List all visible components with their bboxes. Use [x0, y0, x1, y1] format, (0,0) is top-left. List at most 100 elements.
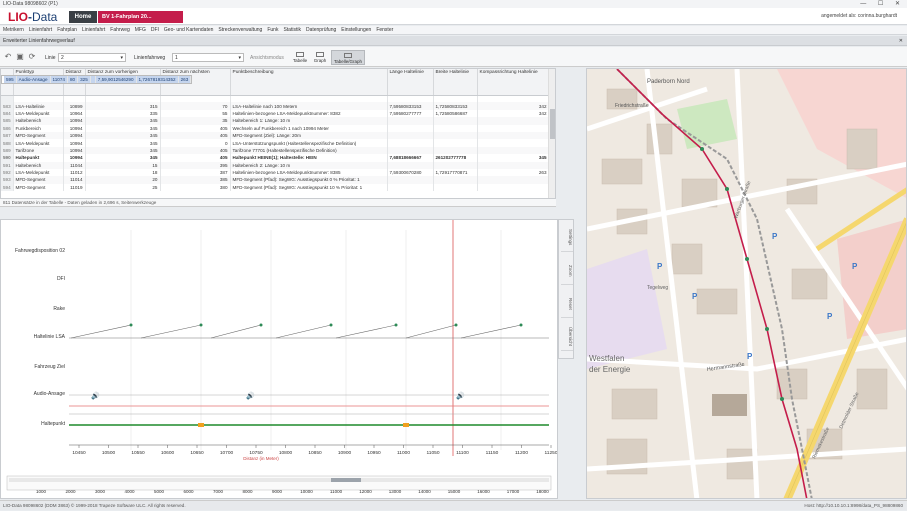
speaker-icon: 🔊: [246, 391, 255, 400]
side-tool-reset[interactable]: Reset: [561, 290, 573, 318]
menu-item[interactable]: Streckenverwaltung: [218, 26, 262, 34]
menu-item[interactable]: Funk: [267, 26, 278, 34]
table-row[interactable]: 585 Haltebereich 10994 345 35 Haltebereich 1:…: [1, 117, 550, 125]
table-cell: [433, 161, 478, 169]
view-table-button[interactable]: Tabelle: [291, 50, 309, 65]
menu-item[interactable]: Linienfahrt: [29, 26, 52, 34]
table-cell: 70: [160, 102, 231, 110]
column-header[interactable]: Punktbeschreibung: [230, 69, 388, 96]
stop-marker: [198, 423, 204, 427]
table-row[interactable]: 584 LSA-Meldepunkt 10964 335 55 Haltelinien-b…: [1, 109, 550, 118]
table-row[interactable]: 592 LSA-Meldepunkt 11012 18 387 Haltelinien-b…: [1, 168, 550, 177]
user-info: angemeldet als: corinna.burghardt: [821, 13, 897, 19]
column-header[interactable]: Kompassrichtung Haltelinie: [477, 69, 550, 96]
table-cell: MFD-Segment: [13, 176, 64, 184]
tab-home[interactable]: Home: [69, 11, 97, 23]
table-row[interactable]: 595 Audio-Ansage 11074 80 325 7,59,9012546290…: [1, 75, 193, 84]
x-tick-label: 10550: [131, 450, 145, 456]
table-cell: 55: [160, 109, 231, 118]
menu-item[interactable]: Datenprüfung: [306, 26, 336, 34]
table-cell: 11044: [63, 161, 86, 169]
graph-side-tools: Settings Zoom Reset Übersicht: [558, 219, 574, 359]
menu-item[interactable]: Fahrweg: [110, 26, 129, 34]
table-cell: [477, 124, 550, 132]
table-cell: [433, 124, 478, 132]
table-row[interactable]: 590 Haltepunkt 10994 345 405 Haltepunkt HEINE…: [1, 154, 550, 162]
overview-tick-label: 5000: [154, 489, 165, 494]
table-cell: [387, 131, 434, 140]
side-tool-settings[interactable]: Settings: [561, 224, 573, 252]
view-table-graph-button[interactable]: Tabelle/Graph: [331, 50, 365, 65]
table-cell: LSA-Meldepunkt: [13, 109, 64, 118]
refresh-icon[interactable]: ⟳: [28, 53, 36, 61]
church-building: [712, 394, 747, 416]
table-status: 811 Datensätze in der Tabelle - Daten ge…: [0, 199, 556, 207]
table-cell: 335: [85, 109, 161, 118]
menu-item[interactable]: DFI: [151, 26, 159, 34]
menu-item[interactable]: Metrikern: [3, 26, 24, 34]
overview-thumb: [331, 478, 361, 482]
view-graph-button[interactable]: Graph: [311, 50, 329, 65]
window-controls[interactable]: — ☐ ✕: [860, 0, 905, 8]
table-cell: [433, 131, 478, 140]
table-cell: 345: [85, 124, 161, 132]
table-cell: 592: [1, 168, 14, 177]
undo-icon[interactable]: ↶: [4, 53, 12, 61]
table-cell: 11014: [63, 176, 86, 184]
x-tick-label: 11200: [515, 450, 528, 456]
table-row[interactable]: 591 Haltebereich 11044 15 395 Haltebereich 2:…: [1, 161, 550, 169]
column-header[interactable]: Länge Haltelinie: [387, 69, 434, 96]
menu-item[interactable]: Geo- und Kartendaten: [164, 26, 213, 34]
app-logo: LIO-Data: [8, 10, 58, 24]
x-tick-label: 11050: [427, 450, 440, 456]
x-tick-label: 10500: [102, 450, 116, 456]
lane-label: Fahrzeug Ziel: [34, 364, 65, 370]
table-cell: Funkbereich: [13, 124, 64, 132]
table-row[interactable]: 589 Tarifzone 10994 345 405 Tarifzone 77701 (…: [1, 146, 550, 155]
menu-item[interactable]: Fenster: [376, 26, 393, 34]
table-scrollbar[interactable]: [548, 69, 555, 198]
tab-document[interactable]: BV 1-Fahrplan 20...: [98, 11, 183, 23]
table-cell: 595: [4, 76, 17, 84]
menu-item[interactable]: Fahrplan: [57, 26, 77, 34]
table-cell: 10899: [63, 102, 86, 110]
table-cell: 263: [477, 168, 550, 177]
stop-marker: [403, 423, 409, 427]
side-tool-zoom[interactable]: Zoom: [561, 257, 573, 285]
table-row[interactable]: 593 MFD-Segment 11014 20 385 MFD-Segment (Pfa…: [1, 176, 550, 184]
table-cell: Tarifzone: [13, 146, 64, 155]
menu-bar: Metrikern Linienfahrt Fahrplan Linienfahrt F…: [0, 26, 907, 35]
map-label: Westfalen: [589, 354, 624, 363]
table-cell: [477, 183, 550, 192]
table-cell: 10994: [63, 154, 86, 162]
lsa-mark: [70, 324, 132, 339]
overview-tick-label: 4000: [124, 489, 135, 494]
table-row[interactable]: 594 MFD-Segment 11019 25 380 MFD-Segment (Pfa…: [1, 183, 550, 192]
table-cell: 589: [1, 146, 14, 155]
menu-item[interactable]: MFG: [135, 26, 146, 34]
table-cell: 7,59580833153: [387, 102, 434, 110]
table-row[interactable]: 587 MFD-Segment 10994 345 405 MFD-Segment (Zi…: [1, 131, 550, 140]
table-cell: 10994: [63, 124, 86, 132]
side-tool-übersicht[interactable]: Übersicht: [561, 323, 573, 351]
linie-select[interactable]: 2 ▾: [58, 53, 126, 62]
column-header[interactable]: Breite Haltelinie: [433, 69, 478, 96]
table-cell: [477, 117, 550, 125]
close-icon[interactable]: ✕: [899, 36, 903, 46]
table-cell: 345: [85, 139, 161, 147]
fahrweg-select[interactable]: 1 ▾: [172, 53, 244, 62]
table-cell: 11012: [63, 168, 86, 177]
table-cell: Wechseln auf Funkbereich 1 nach 10994 Me…: [230, 124, 388, 132]
table-cell: Haltebereich 1: Länge: 10 m: [230, 117, 388, 125]
menu-item[interactable]: Statistik: [283, 26, 301, 34]
table-row[interactable]: 583 LSA-Haltelinie 10899 315 70 LSA-Haltelini…: [1, 102, 550, 110]
overview-tick-label: 11000: [330, 489, 343, 494]
menu-item[interactable]: Einstellungen: [341, 26, 371, 34]
table-row[interactable]: 588 LSA-Meldepunkt 10994 345 0 LSA-Unterstütz…: [1, 139, 550, 147]
route-map[interactable]: PPPPPP Paderborn Nord Friedrichstraße Wa…: [586, 68, 907, 499]
table-row[interactable]: 586 Funkbereich 10994 345 405 Wechseln auf Fu…: [1, 124, 550, 132]
menu-item[interactable]: Linienfahrt: [82, 26, 105, 34]
save-icon[interactable]: ▣: [16, 53, 24, 61]
table-row[interactable]: [1, 95, 550, 103]
table-cell: Haltelinien-bezogene LSA-Meldepunktnumme…: [230, 109, 388, 118]
